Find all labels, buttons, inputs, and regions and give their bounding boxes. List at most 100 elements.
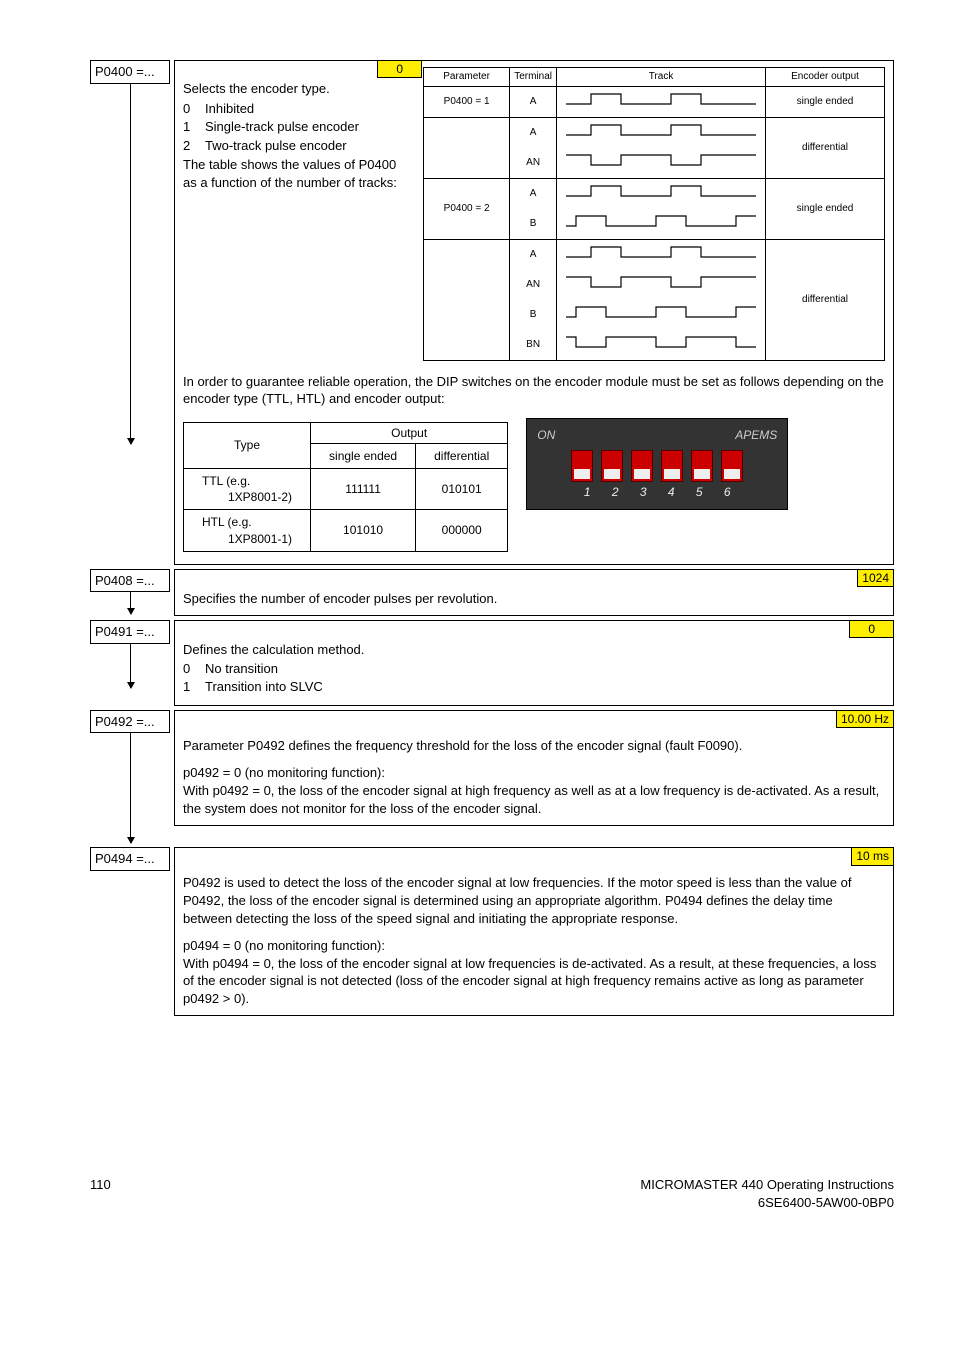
wave-sig: A	[510, 86, 557, 117]
p0408-row: P0408 =... 1024 Specifies the number of …	[90, 569, 894, 617]
p0492-para2b: With p0492 = 0, the loss of the encoder …	[183, 782, 885, 817]
p0494-default-highlight: 10 ms	[851, 847, 894, 865]
wave-out: differential	[766, 239, 885, 360]
opt-num: 1	[183, 678, 205, 696]
p0491-text: Defines the calculation method.	[183, 641, 885, 659]
dip-num: 5	[689, 484, 709, 500]
wave-track	[557, 270, 766, 300]
opt-num: 0	[183, 660, 205, 678]
p0400-content: 0 Selects the encoder type. 0Inhibited 1…	[174, 60, 894, 565]
wave-track	[557, 148, 766, 179]
p0491-label: P0491 =...	[90, 620, 170, 644]
wave-sig: AN	[510, 148, 557, 179]
opt-num: 0	[183, 100, 205, 118]
p0494-label: P0494 =...	[90, 847, 170, 871]
p0494-para2b: With p0494 = 0, the loss of the encoder …	[183, 955, 885, 1008]
opt-text: Two-track pulse encoder	[205, 138, 347, 153]
p0494-content: 10 ms P0492 is used to detect the loss o…	[174, 847, 894, 1016]
p0491-content: 0 Defines the calculation method. 0No tr…	[174, 620, 894, 706]
dip-switch-image: ON APEMS 1 2 3 4 5 6	[526, 418, 788, 510]
enc-th: Output	[311, 422, 508, 443]
opt-num: 2	[183, 137, 205, 155]
encoder-type-table: Type Output single ended differential TT…	[183, 422, 508, 552]
wave-th: Track	[557, 68, 766, 87]
wave-track	[557, 209, 766, 240]
dip-brand-label: APEMS	[735, 427, 777, 443]
p0492-para2a: p0492 = 0 (no monitoring function):	[183, 764, 885, 782]
p0400-intro: Selects the encoder type.	[183, 80, 413, 98]
enc-val: 010101	[416, 468, 508, 509]
wave-track	[557, 86, 766, 117]
dip-num: 2	[605, 484, 625, 500]
p0400-note: In order to guarantee reliable operation…	[183, 373, 885, 408]
connector-arrow	[130, 592, 170, 614]
wave-sig: B	[510, 300, 557, 330]
wave-th: Terminal	[510, 68, 557, 87]
p0400-label: P0400 =...	[90, 60, 170, 84]
p0400-row: P0400 =... 0 Selects the encoder type. 0…	[90, 60, 894, 565]
wave-sig: B	[510, 209, 557, 240]
page-footer: 110 MICROMASTER 440 Operating Instructio…	[90, 1176, 894, 1211]
p0491-row: P0491 =... 0 Defines the calculation met…	[90, 620, 894, 706]
connector-arrow	[130, 644, 170, 688]
page-number: 110	[90, 1176, 111, 1211]
enc-th: differential	[416, 443, 508, 468]
opt-text: Inhibited	[205, 101, 254, 116]
enc-val: 101010	[311, 510, 416, 551]
dip-on-label: ON	[537, 427, 555, 443]
enc-val: 111111	[311, 468, 416, 509]
wave-out: single ended	[766, 178, 885, 239]
wave-sig: BN	[510, 330, 557, 361]
wave-out: single ended	[766, 86, 885, 117]
p0494-para1: P0492 is used to detect the loss of the …	[183, 874, 885, 927]
enc-val: 000000	[416, 510, 508, 551]
p0400-below: The table shows the values of P0400 as a…	[183, 156, 413, 191]
connector-arrow	[130, 84, 131, 444]
p0408-content: 1024 Specifies the number of encoder pul…	[174, 569, 894, 617]
wave-th: Encoder output	[766, 68, 885, 87]
wave-param	[424, 239, 510, 360]
wave-sig: A	[510, 178, 557, 209]
connector-arrow	[130, 733, 170, 843]
wave-out: differential	[766, 117, 885, 178]
enc-th: Type	[184, 422, 311, 468]
p0492-content: 10.00 Hz Parameter P0492 defines the fre…	[174, 710, 894, 826]
wave-track	[557, 300, 766, 330]
wave-sig: A	[510, 239, 557, 270]
p0491-default-highlight: 0	[849, 620, 894, 638]
enc-type: TTL (e.g.1XP8001-2)	[184, 468, 311, 509]
p0492-para1: Parameter P0492 defines the frequency th…	[183, 737, 885, 755]
p0494-row: P0494 =... 10 ms P0492 is used to detect…	[90, 847, 894, 1016]
p0408-default-highlight: 1024	[857, 569, 894, 587]
opt-text: Single-track pulse encoder	[205, 119, 359, 134]
p0492-label: P0492 =...	[90, 710, 170, 734]
wave-track	[557, 117, 766, 148]
opt-text: Transition into SLVC	[205, 679, 323, 694]
wave-sig: A	[510, 117, 557, 148]
footer-line1: MICROMASTER 440 Operating Instructions	[640, 1176, 894, 1194]
dip-num: 1	[577, 484, 597, 500]
dip-num: 4	[661, 484, 681, 500]
waveform-table: Parameter Terminal Track Encoder output …	[423, 67, 885, 361]
wave-param: P0400 = 1	[424, 86, 510, 117]
p0408-text: Specifies the number of encoder pulses p…	[183, 590, 885, 608]
wave-param	[424, 117, 510, 178]
p0492-default-highlight: 10.00 Hz	[836, 710, 894, 728]
wave-track	[557, 330, 766, 361]
footer-line2: 6SE6400-5AW00-0BP0	[640, 1194, 894, 1212]
opt-text: No transition	[205, 661, 278, 676]
p0494-para2a: p0494 = 0 (no monitoring function):	[183, 937, 885, 955]
p0408-label: P0408 =...	[90, 569, 170, 593]
wave-track	[557, 239, 766, 270]
dip-num: 3	[633, 484, 653, 500]
wave-track	[557, 178, 766, 209]
p0400-default-highlight: 0	[377, 60, 422, 78]
enc-type: HTL (e.g.1XP8001-1)	[184, 510, 311, 551]
wave-param: P0400 = 2	[424, 178, 510, 239]
enc-th: single ended	[311, 443, 416, 468]
p0492-row: P0492 =... 10.00 Hz Parameter P0492 defi…	[90, 710, 894, 844]
wave-sig: AN	[510, 270, 557, 300]
opt-num: 1	[183, 118, 205, 136]
dip-num: 6	[717, 484, 737, 500]
wave-th: Parameter	[424, 68, 510, 87]
